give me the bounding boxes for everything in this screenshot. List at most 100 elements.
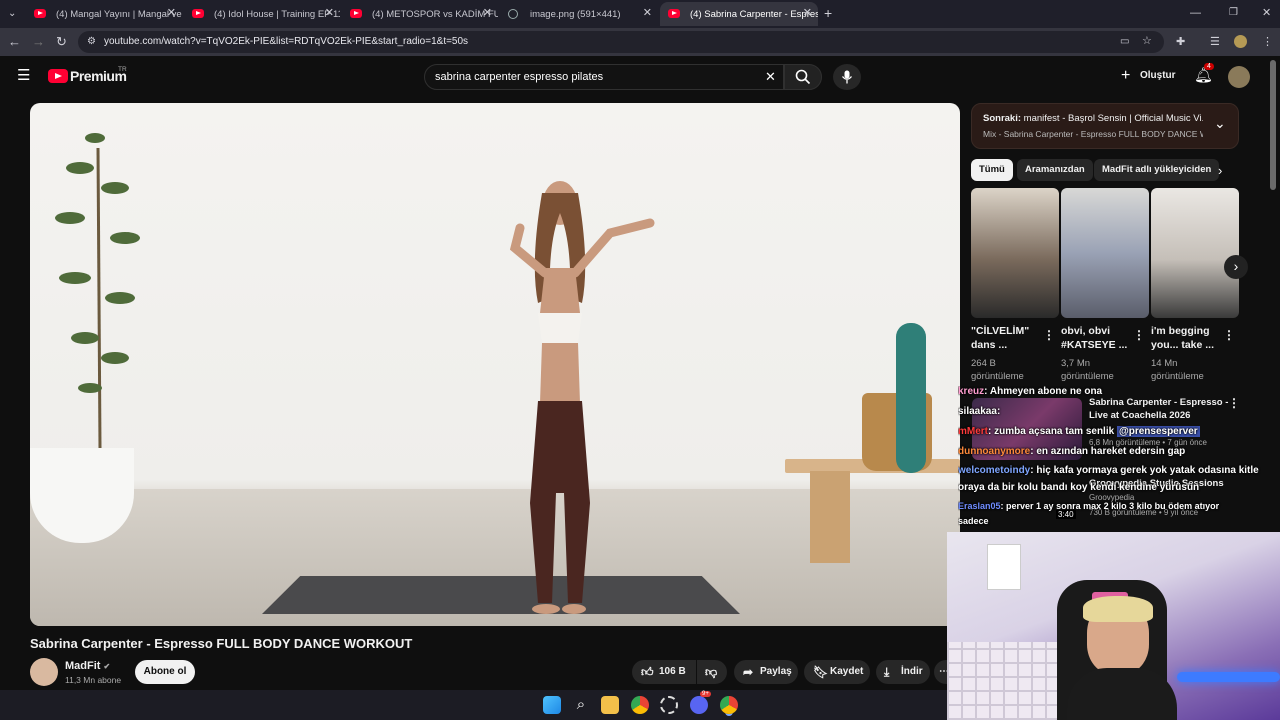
- short-thumbnail[interactable]: [971, 188, 1059, 318]
- tab-title: (4) METOSPOR vs KADİM FUTB: [372, 8, 498, 20]
- dislike-button[interactable]: 👎︎: [697, 660, 727, 684]
- close-icon[interactable]: ✕: [643, 6, 652, 19]
- chip-from-search[interactable]: Aramanızdan: [1017, 159, 1093, 181]
- account-avatar[interactable]: [1228, 66, 1250, 88]
- cast-icon[interactable]: ▭: [1120, 35, 1129, 49]
- short-title-line[interactable]: #KATSEYE ...: [1061, 339, 1127, 351]
- taskbar-search-icon[interactable]: ⌕: [572, 696, 590, 714]
- chat-user: mMert: [958, 426, 989, 437]
- back-icon[interactable]: ←: [8, 35, 21, 49]
- page-scrollbar[interactable]: [1270, 60, 1276, 190]
- save-label: Kaydet: [830, 666, 864, 677]
- app-icon[interactable]: [660, 696, 678, 714]
- minimize-icon[interactable]: —: [1190, 6, 1201, 20]
- chat-message: sadece: [958, 516, 989, 526]
- browser-tab-1[interactable]: (4) Mangal Yayını | Mangal ve Tu ✕: [26, 2, 182, 26]
- reading-list-icon[interactable]: ☰: [1210, 35, 1220, 49]
- close-icon[interactable]: ✕: [803, 6, 812, 19]
- browser-tab-5[interactable]: (4) Sabrina Carpenter - Espresso ✕: [660, 2, 818, 26]
- chat-text: : hiç kafa yormaya gerek yok yatak odası…: [1030, 465, 1259, 476]
- channel-name[interactable]: MadFit ✔: [65, 660, 110, 672]
- reload-icon[interactable]: ↻: [56, 35, 67, 49]
- search-input[interactable]: sabrina carpenter espresso pilates ✕: [424, 64, 784, 90]
- windows-start-icon[interactable]: [543, 696, 561, 714]
- short-title-line[interactable]: "CİLVELİM": [971, 325, 1029, 337]
- bookmark-star-icon[interactable]: ☆: [1142, 34, 1152, 48]
- voice-search-button[interactable]: [833, 64, 861, 90]
- chat-text: : en azından hareket edersin gap: [1030, 446, 1186, 457]
- chat-message: mMert: zumba açsana tam senlik @prensesp…: [958, 426, 1200, 437]
- youtube-logo-icon[interactable]: [48, 69, 68, 83]
- microphone-icon: [841, 70, 853, 84]
- short-title-line[interactable]: obvi, obvi: [1061, 325, 1110, 337]
- tab-search-icon[interactable]: ⌄: [8, 7, 16, 21]
- hamburger-menu-icon[interactable]: ☰: [17, 68, 30, 83]
- views-label: görüntüleme: [1151, 371, 1204, 382]
- short-title[interactable]: "CİLVELİM" dans ...: [971, 324, 1041, 352]
- profile-avatar[interactable]: [1234, 35, 1247, 48]
- address-bar[interactable]: ⚙ youtube.com/watch?v=TqVO2Ek-PIE&list=R…: [78, 31, 1164, 53]
- chat-text: oraya da bir kolu bandı koy kendi kendin…: [958, 482, 1200, 493]
- shorts-next-button[interactable]: ›: [1224, 255, 1248, 279]
- browser-tab-4[interactable]: image.png (591×441) ✕: [500, 2, 658, 26]
- dancer-figure: [509, 181, 655, 614]
- url-text[interactable]: youtube.com/watch?v=TqVO2Ek-PIE&list=RDT…: [104, 36, 468, 47]
- more-vert-icon[interactable]: ⋮: [1043, 328, 1055, 342]
- close-icon[interactable]: ✕: [483, 6, 492, 19]
- chrome-active-icon[interactable]: [720, 696, 738, 714]
- short-thumbnail[interactable]: [1061, 188, 1149, 318]
- short-title-line[interactable]: you... take ...: [1151, 339, 1214, 351]
- youtube-icon: [34, 9, 46, 18]
- chip-all[interactable]: Tümü: [971, 159, 1013, 181]
- clear-search-icon[interactable]: ✕: [765, 70, 776, 84]
- chevron-right-icon[interactable]: ›: [1218, 163, 1222, 178]
- browser-tab-3[interactable]: (4) METOSPOR vs KADİM FUTB ✕: [342, 2, 498, 26]
- chevron-down-icon[interactable]: ⌄: [1214, 115, 1226, 132]
- new-tab-icon[interactable]: +: [824, 6, 832, 20]
- search-button[interactable]: [784, 64, 822, 90]
- channel-avatar[interactable]: [30, 658, 58, 686]
- streamer-webcam: [947, 532, 1280, 720]
- close-icon[interactable]: ✕: [167, 6, 176, 19]
- share-button[interactable]: ➦ Paylaş: [734, 660, 798, 684]
- close-icon[interactable]: ✕: [325, 6, 334, 19]
- more-vert-icon[interactable]: ⋮: [1223, 328, 1235, 342]
- restore-icon[interactable]: ❐: [1229, 6, 1238, 20]
- playlist-panel[interactable]: Sonraki: manifest - Başrol Sensin | Offi…: [971, 103, 1239, 149]
- chip-from-uploader[interactable]: MadFit adlı yükleyiciden: [1094, 159, 1220, 181]
- chat-text: : perver 1 ay sonra max 2 kilo 3 kilo bu…: [1000, 501, 1220, 511]
- site-info-icon[interactable]: ⚙: [87, 35, 96, 49]
- file-explorer-icon[interactable]: [601, 696, 619, 714]
- more-vert-icon[interactable]: ⋮: [1133, 328, 1145, 342]
- thumbs-up-icon: 👍︎: [641, 665, 654, 679]
- views-label: görüntüleme: [1061, 371, 1114, 382]
- short-title[interactable]: i'm begging you... take ...: [1151, 324, 1221, 352]
- next-title: manifest - Başrol Sensin | Official Musi…: [1021, 113, 1203, 124]
- more-actions-button[interactable]: ⋯: [934, 660, 949, 684]
- tab-title: (4) Sabrina Carpenter - Espresso: [690, 8, 818, 20]
- like-button[interactable]: 👍︎ 106 B: [632, 660, 696, 684]
- extensions-icon[interactable]: ✚: [1176, 35, 1185, 49]
- save-button[interactable]: 🔖︎ Kaydet: [804, 660, 870, 684]
- chat-message: dunnoanymore: en azından hareket edersin…: [958, 446, 1185, 457]
- video-player[interactable]: [30, 103, 960, 626]
- channel-name-text[interactable]: MadFit: [65, 660, 100, 672]
- chat-text: : Ahmeyen abone ne ona: [984, 386, 1103, 397]
- search-query[interactable]: sabrina carpenter espresso pilates: [435, 71, 603, 83]
- wall-poster: [987, 544, 1021, 590]
- close-window-icon[interactable]: ✕: [1262, 6, 1271, 20]
- create-button[interactable]: + Oluştur: [1118, 66, 1178, 88]
- download-button[interactable]: ⤓ İndir: [876, 660, 930, 684]
- share-icon: ➦: [743, 665, 754, 679]
- notifications-button[interactable]: 🔔︎ 4: [1192, 63, 1214, 88]
- chrome-icon[interactable]: [631, 696, 649, 714]
- short-title-line[interactable]: dans ...: [971, 339, 1007, 351]
- browser-tab-2[interactable]: (4) Idol House | Training EP 11 | ✕: [184, 2, 340, 26]
- short-title-line[interactable]: i'm begging: [1151, 325, 1210, 337]
- browser-menu-icon[interactable]: ⋮: [1262, 35, 1273, 49]
- subscribe-button[interactable]: Abone ol: [135, 660, 195, 684]
- short-thumbnail[interactable]: [1151, 188, 1239, 318]
- forward-icon[interactable]: →: [32, 35, 45, 49]
- short-title[interactable]: obvi, obvi #KATSEYE ...: [1061, 324, 1131, 352]
- discord-icon[interactable]: 9+: [690, 691, 711, 714]
